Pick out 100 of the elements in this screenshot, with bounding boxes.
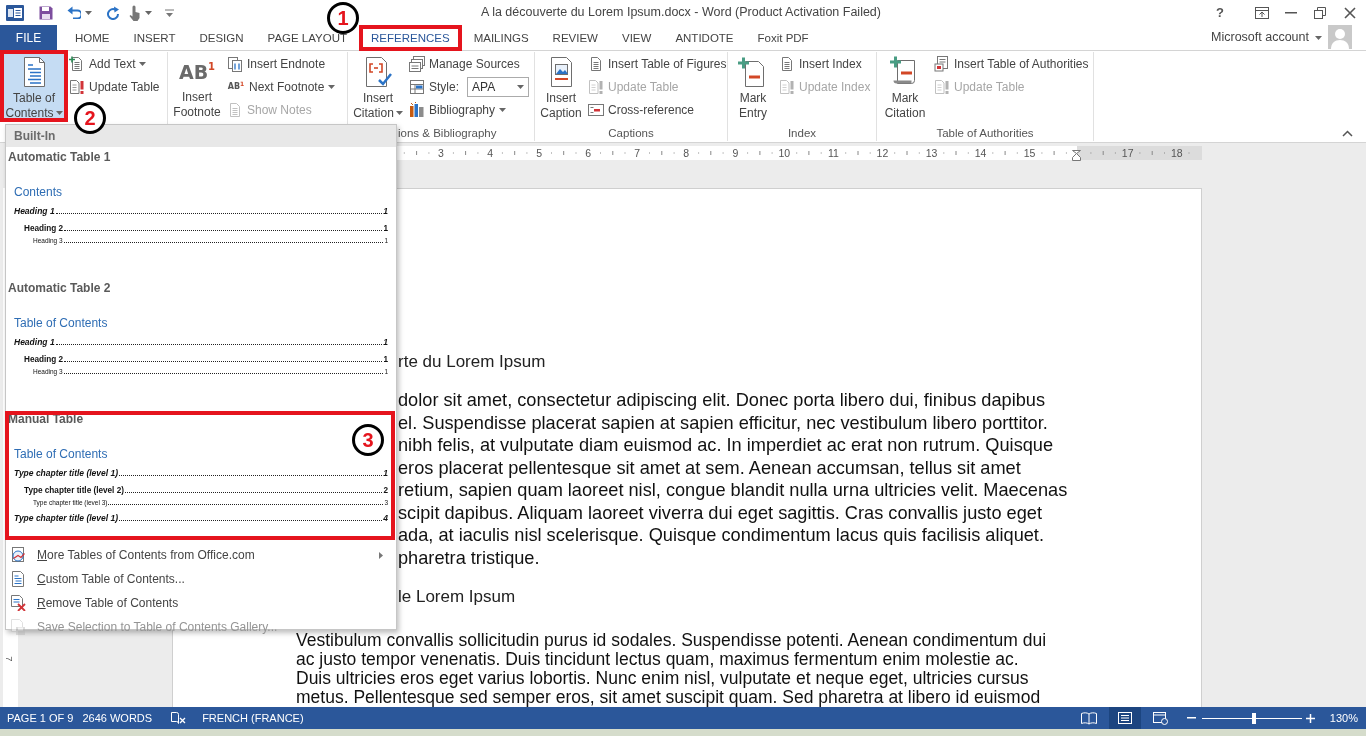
ribbon-button[interactable]: Mark Citation [880,52,930,122]
ribbon-tab[interactable]: DESIGN [187,25,256,50]
indent-marker-icon[interactable] [1072,150,1081,161]
redo-icon[interactable] [106,5,120,20]
ribbon-button[interactable]: Bibliography [407,98,531,121]
preview-heading: Contents [14,185,63,200]
document-delete-icon [10,595,26,611]
ribbon-tab[interactable]: ANTIDOTE [663,25,746,50]
customize-icon[interactable] [165,8,174,17]
ruler-number: 17 [1121,146,1134,160]
ruler-number: 5 [536,146,542,160]
ribbon-display-icon[interactable] [1254,6,1269,19]
annotation-frame [0,50,68,122]
caret-icon [55,111,63,116]
group-label: Captions [608,126,654,141]
ribbon-button[interactable]: Manage Sources [407,52,531,75]
ribbon-button[interactable]: Insert Endnote [225,52,338,75]
help-button[interactable]: ? [1216,5,1224,20]
slider-thumb[interactable] [1251,712,1256,724]
window-title: A la découverte du Lorem Ipsum.docx - Word (Product Activation Failed) [481,5,881,20]
word-count[interactable]: 2646 WORDS [82,709,153,727]
entry-title: Heading 2 [24,223,64,234]
save-icon[interactable] [38,4,54,21]
stacked-documents-icon [409,55,425,72]
ruler-number: 8 [683,146,690,160]
stacked-pages-icon [227,55,243,72]
entry-title: Type chapter title (level 1) [14,467,119,479]
zoom-level[interactable]: 130% [1329,709,1358,727]
ribbon-button[interactable]: Insert Table of Figures [586,52,729,75]
ribbon-tab[interactable]: VIEW [610,25,664,50]
ribbon-button[interactable]: Mark Entry [731,52,775,122]
entry-title: Type chapter title (level 1) [14,512,119,524]
collapse-ribbon-icon[interactable] [1342,130,1353,137]
page-number: 2 [383,485,388,496]
preview-heading: Table of Contents [14,316,108,331]
ribbon-button[interactable]: AB$^{1}$ Next Footnote [225,75,338,98]
group-label: ions & Bibliography [398,126,497,141]
menu-item[interactable]: Remove Table of Contents [6,591,396,615]
ruler-number: 3 [438,146,444,160]
ribbon-tab[interactable]: Foxit PDF [745,25,821,50]
menu-item[interactable]: More Tables of Contents from Office.com [6,543,396,567]
menu-item[interactable]: Custom Table of Contents... [6,567,396,591]
section-header: Built-In [6,125,396,147]
document-exclamation-icon [69,78,85,95]
ribbon-button[interactable]: AB$^{1}$ Insert Footnote [171,52,223,122]
caret-icon [1315,35,1322,40]
page-count[interactable]: PAGE 1 OF 9 [7,709,74,727]
zoom-slider[interactable] [1201,712,1302,724]
globe-document-icon [10,547,26,563]
body-paragraph: dolor sit amet, consectetur adipiscing elit. Donec porta libero dui, finibus dapibus el. Suspendisse placerat sapien at sapien efficitur, nec vestibulum libero porttitor. nibh felis, at vulputate diam euismod ac. In imperdiet ac erat non rutrum. Quisque eros placerat pellentesque sit amet at sem. Aenean accumsan, tellus sit amet retium, sapien quam laoreet nisl, congue blandit nulla urna ultricies velit. Maecenas scipit dapibus. Aliquam laoreet viverra dui eget sagittis. Cras convallis justo eget ada, at iaculis nisl scelerisque. Quisque condimentum lacus quis facilisis aliquet. pharetra tristique. [398,389,1068,569]
ribbon-button[interactable]: Insert Citation [351,52,405,122]
ribbon-button[interactable]: Insert Caption [538,52,584,122]
document-plus-icon [69,55,85,72]
ribbon-button[interactable]: Insert Table of Authorities [932,52,1091,75]
ribbon-tab[interactable]: REFERENCES [359,25,462,51]
account-menu[interactable]: Microsoft account [1209,25,1324,50]
style-label: Style: [429,78,459,96]
gallery-title: Automatic Table 1 [8,150,111,165]
ribbon-tab[interactable]: REVIEW [540,25,610,50]
proofing-icon[interactable] [171,711,187,725]
document-lines-icon [10,571,26,587]
language-indicator[interactable]: FRENCH (FRANCE) [202,709,304,727]
page-layout-icon [1117,712,1132,724]
document-lines-icon [227,101,243,118]
page-number: 4 [383,512,388,524]
ribbon-button[interactable]: Cross-reference [586,98,729,121]
ribbon-tab[interactable]: MAILINGS [461,25,541,50]
minimize-icon[interactable] [1284,11,1297,14]
ruler-number: 9 [732,146,739,160]
ribbon-button[interactable]: Update Table [67,75,162,98]
document-grid-icon [409,78,425,95]
zoom-in-icon[interactable] [1305,713,1315,723]
page-number: 1 [383,467,388,479]
ribbon-button[interactable]: Insert Index [777,52,873,75]
book-icon [1080,711,1097,725]
submenu-arrow-icon [379,551,383,559]
undo-icon[interactable] [67,6,81,19]
file-tab[interactable]: FILE [0,25,57,50]
view-button[interactable] [1108,707,1141,729]
page-number: 1 [383,223,388,234]
ribbon-tab[interactable]: HOME [63,25,122,50]
ribbon-tab[interactable]: INSERT [121,25,188,50]
restore-icon[interactable] [1313,6,1326,19]
document-lines-icon [779,55,795,72]
ruler-number: 7 [3,656,14,662]
page-number: 1 [383,336,388,348]
ruler-number: 15 [1023,146,1036,160]
gallery-title: Automatic Table 2 [8,281,111,296]
entry-title: Heading 1 [14,336,55,348]
close-icon[interactable] [1343,6,1356,19]
ribbon-button[interactable]: Add Text [67,52,162,75]
ruler-number: 18 [1170,146,1183,160]
style-dropdown[interactable]: APA [467,76,529,97]
app-icon[interactable] [6,4,24,21]
document-lines-icon [588,55,604,72]
ruler-number: 14 [974,146,987,160]
caret-icon [499,107,507,112]
hand-pointer-icon[interactable] [128,4,142,21]
ruler-number: 11 [827,146,839,160]
preview-heading: Table of Contents [14,447,108,462]
